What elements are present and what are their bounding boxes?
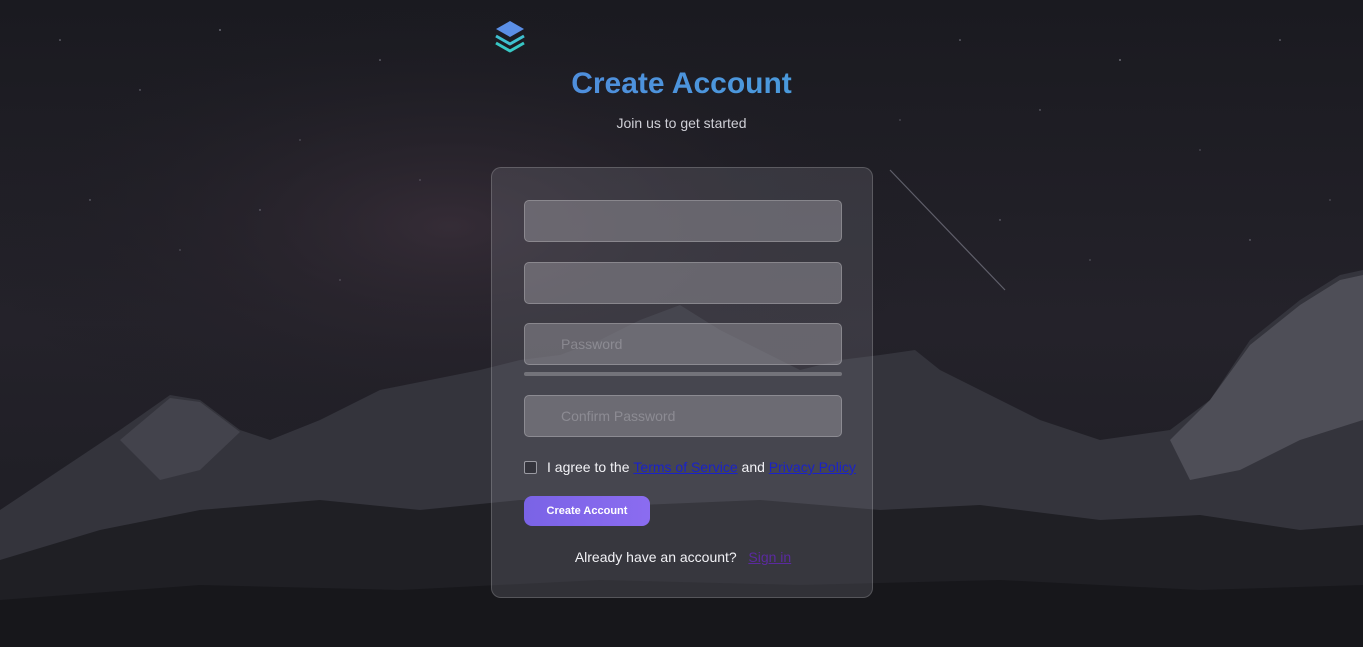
password-input[interactable] <box>524 323 842 365</box>
layers-icon <box>495 21 525 53</box>
and-text: and <box>741 459 765 475</box>
privacy-policy-link[interactable]: Privacy Policy <box>769 459 856 475</box>
password-strength-bar <box>524 372 842 376</box>
terms-agreement-row: I agree to the Terms of Service and Priv… <box>524 458 856 476</box>
confirm-password-input[interactable] <box>524 395 842 437</box>
terms-prefix-text: I agree to the <box>547 459 630 475</box>
signin-link[interactable]: Sign in <box>748 549 791 565</box>
page-title: Create Account <box>0 66 1363 102</box>
signup-card: I agree to the Terms of Service and Priv… <box>491 167 873 598</box>
terms-checkbox[interactable] <box>524 460 537 474</box>
signin-prompt-text: Already have an account? <box>574 549 737 565</box>
signin-row: Already have an account? Sign in <box>492 549 874 565</box>
terms-of-service-link[interactable]: Terms of Service <box>633 459 737 475</box>
full-name-input[interactable] <box>524 200 842 242</box>
create-account-button[interactable]: Create Account <box>524 496 650 526</box>
signup-page: Create Account Join us to get started I … <box>0 0 1363 647</box>
page-subtitle: Join us to get started <box>616 115 747 131</box>
email-input[interactable] <box>524 262 842 304</box>
